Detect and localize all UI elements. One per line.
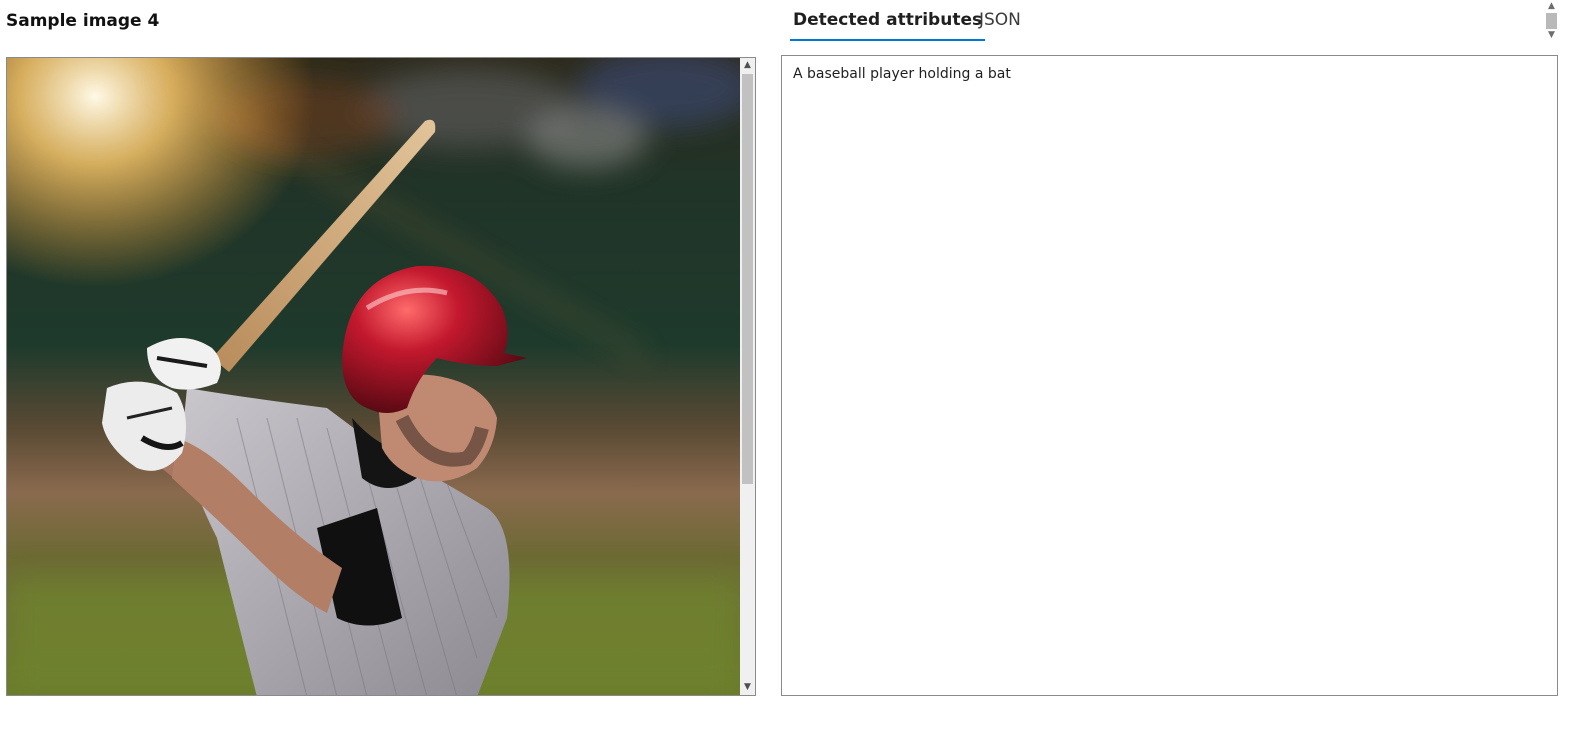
scrollbar-thumb[interactable]: [742, 74, 753, 484]
baseball-player-photo: [7, 58, 742, 695]
tab-json[interactable]: JSON: [976, 10, 1024, 41]
page-scroll-up-icon[interactable]: ▲: [1544, 0, 1559, 12]
sample-image-viewer[interactable]: ▲ ▼: [6, 57, 756, 696]
scroll-up-icon[interactable]: ▲: [740, 58, 755, 73]
scroll-down-icon[interactable]: ▼: [740, 680, 755, 695]
image-caption-text: A baseball player holding a bat: [793, 66, 1011, 82]
page-scroll-down-icon[interactable]: ▼: [1544, 29, 1559, 41]
image-scrollbar[interactable]: ▲ ▼: [740, 58, 755, 695]
page-scrollbar[interactable]: ▲ ▼: [1544, 0, 1559, 42]
page-title: Sample image 4: [6, 11, 160, 31]
page-scrollbar-thumb[interactable]: [1546, 13, 1557, 29]
tab-detected-attributes[interactable]: Detected attributes: [790, 10, 986, 41]
detected-attributes-panel: A baseball player holding a bat: [781, 55, 1558, 696]
